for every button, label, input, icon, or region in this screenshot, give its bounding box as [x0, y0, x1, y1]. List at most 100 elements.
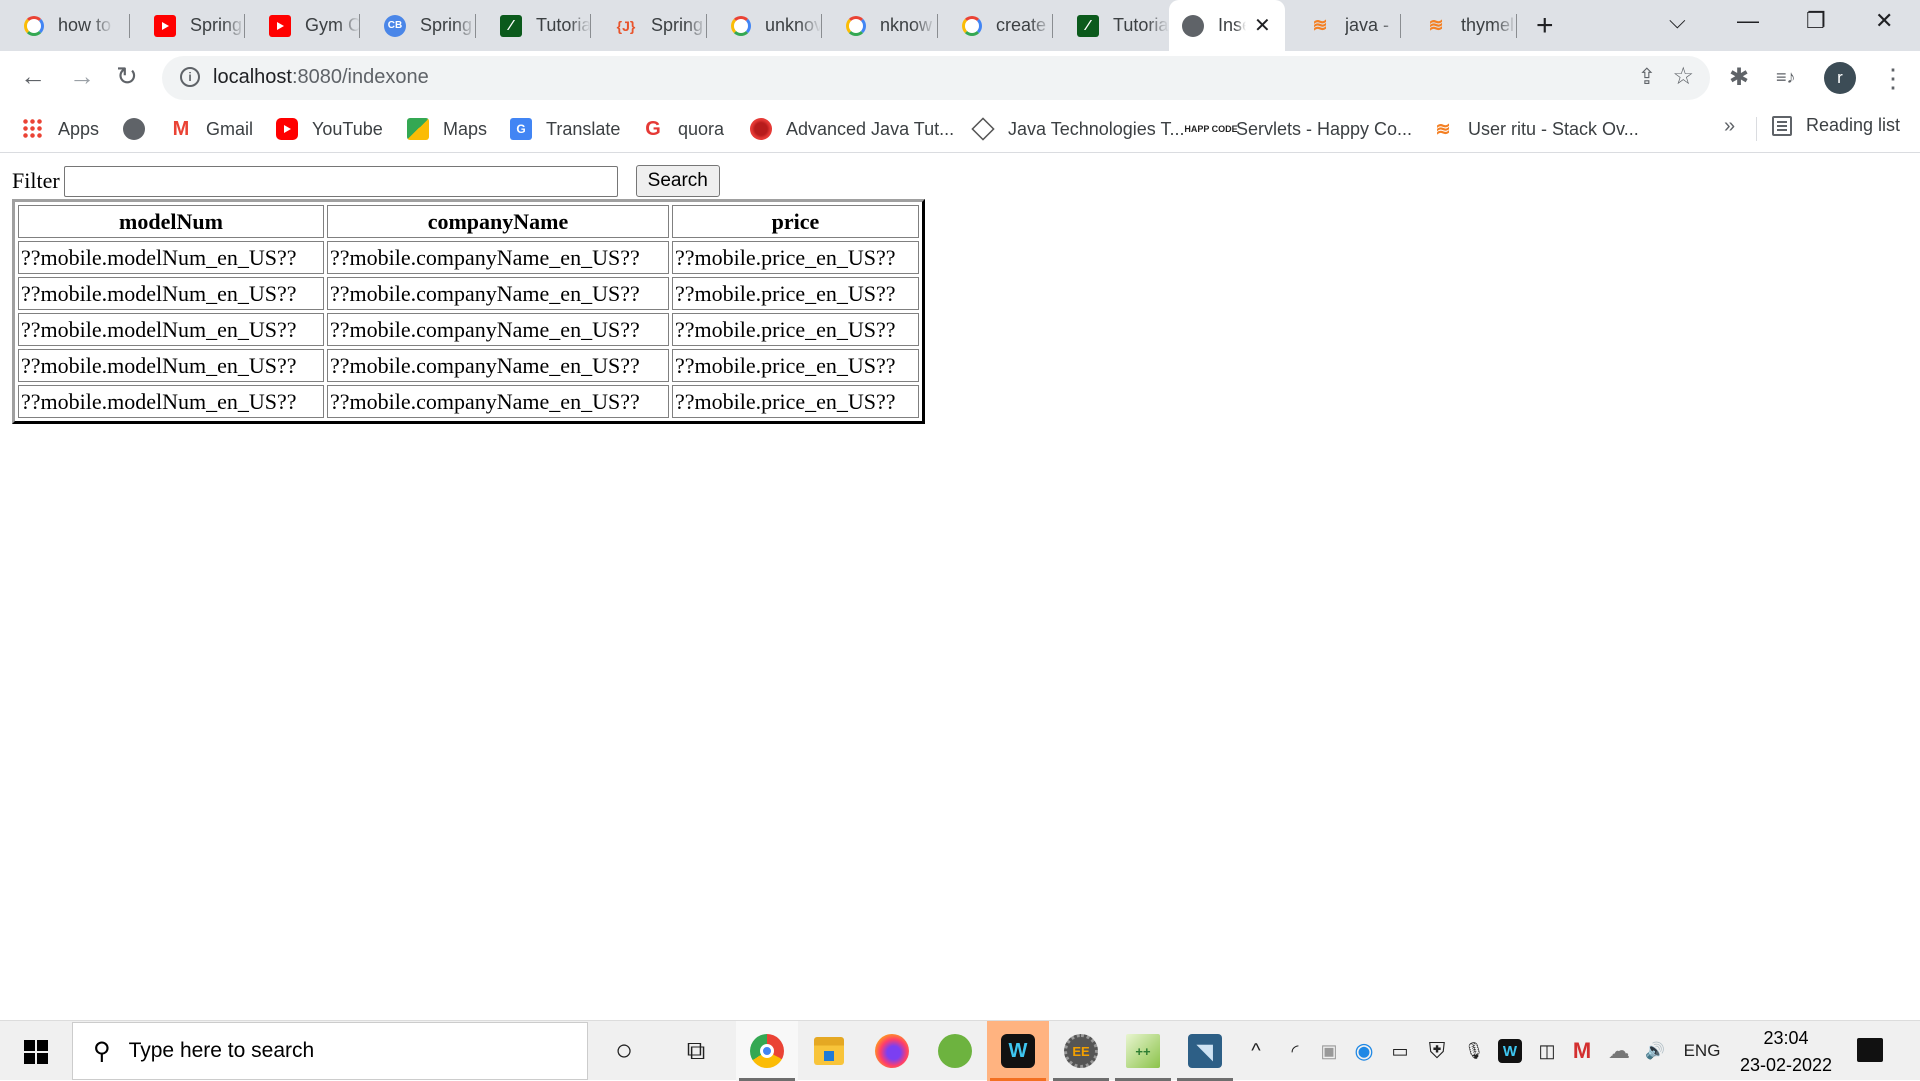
happy-code-icon: HAPP CODE	[1184, 123, 1238, 134]
tab[interactable]: how to	[0, 0, 130, 51]
table-row: ??mobile.modelNum_en_US?? ??mobile.compa…	[18, 277, 919, 310]
bookmark-star-icon[interactable]: ☆	[1672, 62, 1694, 91]
tab[interactable]: ≋ java -	[1285, 0, 1401, 51]
tab[interactable]: Spring	[130, 0, 245, 51]
taskbar-app-file-explorer[interactable]	[798, 1021, 860, 1081]
taskbar-app-notepad-plus-plus[interactable]: ++	[1112, 1021, 1174, 1081]
bookmark-label: Apps	[58, 118, 100, 139]
taskbar-search-box[interactable]: ⚲ Type here to search	[72, 1022, 588, 1080]
page-content: Filter Search modelNum companyName price…	[0, 153, 1920, 1020]
back-button[interactable]: ←	[20, 61, 46, 92]
reload-button[interactable]: ↻	[116, 61, 138, 92]
taskbar-app-mysql-workbench[interactable]: ◥	[1174, 1021, 1236, 1081]
wifi-icon[interactable]: ◜	[1283, 1021, 1307, 1081]
tab[interactable]: ⁄ Tutoria	[1053, 0, 1169, 51]
tab[interactable]: nknow	[822, 0, 938, 51]
url-text[interactable]: localhost:8080/indexone	[213, 66, 429, 89]
battery-saver-icon[interactable]: ▭	[1388, 1021, 1412, 1081]
cisco-anyconnect-icon[interactable]: ◉	[1352, 1021, 1376, 1081]
volume-icon[interactable]: 🔊	[1642, 1021, 1668, 1081]
taskbar-app-webex[interactable]: W	[987, 1021, 1049, 1081]
taskbar-app-java-ee-ide[interactable]: EE	[1050, 1021, 1112, 1081]
bookmark-advanced-java[interactable]: Advanced Java Tut...	[750, 115, 954, 143]
bookmark-quora[interactable]: G quora	[642, 115, 724, 143]
bookmark-label: User ritu - Stack Ov...	[1468, 118, 1639, 139]
bookmark-maps[interactable]: Maps	[407, 115, 487, 143]
bookmarks-divider	[1756, 117, 1757, 141]
restore-button[interactable]: ❐	[1806, 8, 1826, 34]
bookmark-label: Maps	[443, 118, 488, 139]
bookmark-youtube[interactable]: YouTube	[276, 115, 383, 143]
camera-icon[interactable]: ◫	[1535, 1021, 1559, 1081]
youtube-icon	[154, 14, 176, 37]
cell-price: ??mobile.price_en_US??	[672, 385, 919, 418]
taskbar-app-chrome[interactable]	[736, 1021, 798, 1081]
task-view-icon[interactable]: ⧉	[676, 1021, 716, 1081]
tab-close-icon[interactable]: ✕	[1254, 13, 1271, 38]
spring-icon	[938, 1034, 972, 1068]
bookmark-translate[interactable]: G Translate	[510, 115, 620, 143]
profile-avatar[interactable]: r	[1824, 62, 1856, 94]
advanced-java-icon	[750, 118, 772, 140]
bookmark-servlets[interactable]: HAPP CODE Servlets - Happy Co...	[1184, 115, 1412, 143]
table-row: ??mobile.modelNum_en_US?? ??mobile.compa…	[18, 349, 919, 382]
new-tab-button[interactable]: +	[1536, 9, 1554, 43]
address-bar[interactable]: i localhost:8080/indexone ⇪ ☆	[162, 56, 1710, 100]
more-bookmarks-button[interactable]: »	[1724, 115, 1735, 138]
forward-button[interactable]: →	[69, 61, 95, 92]
media-control-icon[interactable]: ≡♪	[1776, 67, 1796, 88]
minimize-button[interactable]: —	[1737, 8, 1759, 34]
gmail-icon: M	[172, 117, 190, 140]
tab-title: Tutoria	[1113, 15, 1169, 35]
menu-icon[interactable]: ⋮	[1880, 63, 1906, 94]
usb-device-icon[interactable]: ▣	[1317, 1021, 1341, 1081]
table-row: ??mobile.modelNum_en_US?? ??mobile.compa…	[18, 385, 919, 418]
windows-security-icon[interactable]: ⛨	[1425, 1021, 1449, 1081]
filter-label: Filter	[12, 168, 60, 193]
tab[interactable]: ⁄ Tutoria	[476, 0, 591, 51]
tab[interactable]: create	[938, 0, 1053, 51]
microphone-icon[interactable]: 🎙	[1462, 1021, 1486, 1081]
site-info-icon[interactable]: i	[180, 67, 200, 87]
mcafee-icon[interactable]: M	[1570, 1021, 1594, 1081]
tab[interactable]: CB Spring	[360, 0, 476, 51]
cortana-icon[interactable]: ○	[604, 1021, 644, 1081]
extensions-icon[interactable]: ✱	[1729, 63, 1749, 92]
url-path: :8080/indexone	[291, 66, 429, 88]
taskbar-app-spring-tool-suite[interactable]	[924, 1021, 986, 1081]
tab-title: Spring	[420, 15, 473, 35]
share-icon[interactable]: ⇪	[1638, 64, 1656, 90]
bookmark-label: YouTube	[312, 118, 383, 139]
tab[interactable]: Gym Cl	[245, 0, 360, 51]
tab-title: Insert	[1218, 15, 1246, 35]
tab[interactable]: {J} Spring	[591, 0, 707, 51]
leaf-icon: ⁄	[500, 14, 522, 37]
bookmark-apps[interactable]: Apps	[22, 115, 99, 143]
notification-center-icon[interactable]	[1857, 1038, 1883, 1062]
search-button[interactable]: Search	[635, 165, 720, 197]
tab[interactable]: unknov	[707, 0, 822, 51]
cell-price: ??mobile.price_en_US??	[672, 313, 919, 346]
windows-start-button[interactable]	[24, 1040, 48, 1064]
tab-title: java -	[1345, 15, 1390, 35]
tab[interactable]: ≋ thymel	[1401, 0, 1517, 51]
column-header-modelnum: modelNum	[18, 205, 324, 238]
globe-icon	[123, 118, 145, 140]
webex-tray-icon[interactable]: W	[1497, 1021, 1523, 1081]
taskbar-clock[interactable]: 23:04 23-02-2022	[1734, 1025, 1838, 1079]
mysql-workbench-icon: ◥	[1188, 1034, 1222, 1068]
bookmark-java-technologies[interactable]: Java Technologies T...	[971, 115, 1184, 143]
language-indicator[interactable]: ENG	[1682, 1021, 1722, 1081]
bookmark-stackoverflow-user[interactable]: ≋ User ritu - Stack Ov...	[1432, 115, 1639, 143]
show-hidden-icons-button[interactable]: ^	[1244, 1021, 1268, 1081]
reading-list-button[interactable]: Reading list	[1772, 115, 1900, 136]
taskbar-app-firefox[interactable]	[861, 1021, 923, 1081]
filter-input[interactable]	[63, 165, 618, 197]
bookmark-globe[interactable]	[123, 115, 159, 143]
onedrive-icon[interactable]: ☁	[1606, 1021, 1632, 1081]
close-window-button[interactable]: ✕	[1875, 8, 1893, 34]
bookmark-gmail[interactable]: M Gmail	[170, 115, 253, 143]
tab-search-button[interactable]: ⌵	[1669, 8, 1686, 34]
tab-active[interactable]: Insert ✕	[1169, 0, 1285, 51]
table-row: ??mobile.modelNum_en_US?? ??mobile.compa…	[18, 313, 919, 346]
